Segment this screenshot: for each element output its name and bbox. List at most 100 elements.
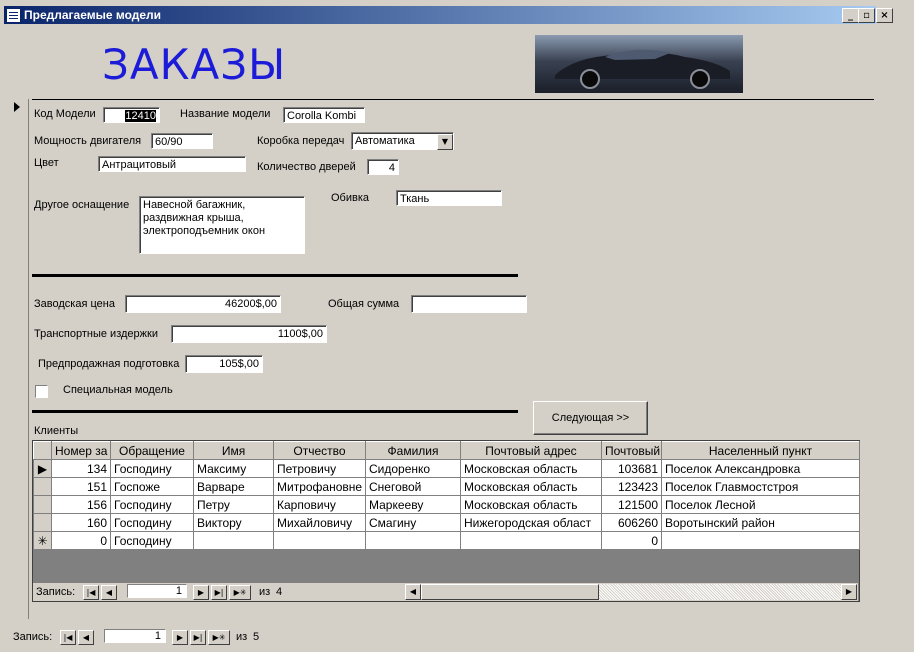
table-row[interactable]: 160 Господину Виктору Михайловичу Смагин… [33,513,860,532]
column-header[interactable]: Фамилия [365,441,461,460]
table-cell[interactable]: Виктору [193,513,274,532]
factory-price-label: Заводская цена [34,298,115,310]
clients-table: Номер за Обращение Имя Отчество Фамилия … [33,441,860,550]
table-cell[interactable]: Господину [110,531,194,550]
table-cell[interactable]: Карповичу [273,495,366,514]
table-cell[interactable]: Господину [110,495,194,514]
table-cell[interactable]: Воротынский район [661,513,860,532]
row-selector[interactable] [33,513,52,532]
table-cell[interactable]: Поселок Лесной [661,495,860,514]
table-cell[interactable]: Московская область [460,459,602,478]
table-cell[interactable] [193,531,274,550]
model-name-field[interactable]: Corolla Kombi [283,107,365,123]
table-cell[interactable]: Снеговой [365,477,461,496]
current-row-icon[interactable]: ▶ [33,459,52,478]
table-cell[interactable]: Максиму [193,459,274,478]
scrollbar-thumb[interactable] [421,584,599,600]
column-header[interactable]: Номер за [51,441,111,460]
prev-record-icon[interactable]: ◀ [78,630,94,645]
table-row[interactable]: 156 Господину Петру Карповичу Маркееву М… [33,495,860,514]
table-cell[interactable]: Госпоже [110,477,194,496]
column-header[interactable]: Населенный пункт [661,441,860,460]
first-record-icon[interactable]: |◀ [60,630,76,645]
next-record-icon[interactable]: ▶ [172,630,188,645]
section-divider [32,274,518,277]
scroll-left-icon[interactable]: ◀ [405,584,421,600]
next-button[interactable]: Следующая >> [533,401,648,435]
table-cell[interactable]: 0 [601,531,662,550]
table-cell[interactable]: Варваре [193,477,274,496]
table-cell[interactable] [273,531,366,550]
minimize-icon[interactable]: _ [842,8,859,23]
table-cell[interactable]: Михайловичу [273,513,366,532]
table-cell[interactable]: Московская область [460,495,602,514]
main-record-input[interactable]: 1 [104,629,166,643]
table-cell[interactable]: 103681 [601,459,662,478]
transport-field[interactable]: 1100$,00 [171,325,327,343]
table-cell[interactable]: Поселок Александровка [661,459,860,478]
clients-label: Клиенты [34,425,79,437]
close-icon[interactable]: × [876,8,893,23]
table-cell[interactable]: 151 [51,477,111,496]
column-header[interactable]: Почтовый [601,441,662,460]
table-cell[interactable]: Сидоренко [365,459,461,478]
row-selector[interactable] [33,477,52,496]
new-record-icon[interactable]: ✳ [33,531,52,550]
table-cell[interactable]: 121500 [601,495,662,514]
table-cell[interactable]: 156 [51,495,111,514]
table-cell[interactable]: 0 [51,531,111,550]
first-record-icon[interactable]: |◀ [83,585,99,600]
chevron-down-icon[interactable]: ▼ [437,134,453,150]
table-row[interactable]: ▶ 134 Господину Максиму Петровичу Сидоре… [33,459,860,478]
table-cell[interactable]: Петровичу [273,459,366,478]
table-cell[interactable]: Петру [193,495,274,514]
column-header[interactable]: Отчество [273,441,366,460]
table-cell[interactable] [365,531,461,550]
table-cell[interactable]: 123423 [601,477,662,496]
table-row-new[interactable]: ✳ 0 Господину 0 [33,531,860,550]
color-field[interactable]: Антрацитовый [98,156,246,172]
table-cell[interactable]: Господину [110,459,194,478]
current-record-icon[interactable] [14,102,20,112]
subform-record-input[interactable]: 1 [127,584,187,598]
form-icon[interactable] [6,8,21,23]
upholstery-field[interactable]: Ткань [396,190,502,206]
factory-price-field[interactable]: 46200$,00 [125,295,281,313]
new-record-button-icon[interactable]: ▶✳ [229,585,251,600]
column-header[interactable]: Обращение [110,441,194,460]
next-record-icon[interactable]: ▶ [193,585,209,600]
row-selector-header[interactable] [33,441,52,460]
table-cell[interactable]: Митрофановне [273,477,366,496]
table-cell[interactable] [460,531,602,550]
column-header[interactable]: Имя [193,441,274,460]
restore-icon[interactable]: ▫ [858,8,875,23]
special-model-checkbox[interactable] [35,385,48,398]
engine-power-field[interactable]: 60/90 [151,133,213,149]
table-cell[interactable]: Господину [110,513,194,532]
row-selector[interactable] [33,495,52,514]
last-record-icon[interactable]: ▶| [211,585,227,600]
presale-field[interactable]: 105$,00 [185,355,263,373]
table-cell[interactable]: Нижегородская област [460,513,602,532]
table-cell[interactable]: 134 [51,459,111,478]
other-equipment-line: электроподъемник окон [143,225,266,237]
model-code-field[interactable]: 12410 [103,107,160,123]
scroll-right-icon[interactable]: ▶ [841,584,857,600]
doors-field[interactable]: 4 [367,159,399,175]
other-equipment-textarea[interactable]: Навесной багажник, раздвижная крыша, эле… [139,196,305,254]
table-cell[interactable]: Маркееву [365,495,461,514]
table-cell[interactable]: Московская область [460,477,602,496]
prev-record-icon[interactable]: ◀ [101,585,117,600]
table-cell[interactable]: 160 [51,513,111,532]
table-cell[interactable]: Смагину [365,513,461,532]
last-record-icon[interactable]: ▶| [190,630,206,645]
table-cell[interactable] [661,531,860,550]
table-cell[interactable]: Поселок Главмостстроя [661,477,860,496]
table-row[interactable]: 151 Госпоже Варваре Митрофановне Снегово… [33,477,860,496]
new-record-button-icon[interactable]: ▶✳ [208,630,230,645]
column-header[interactable]: Почтовый адрес [460,441,602,460]
car-photo [535,35,743,93]
scrollbar-track[interactable] [599,584,841,600]
table-cell[interactable]: 606260 [601,513,662,532]
total-field[interactable] [411,295,527,313]
